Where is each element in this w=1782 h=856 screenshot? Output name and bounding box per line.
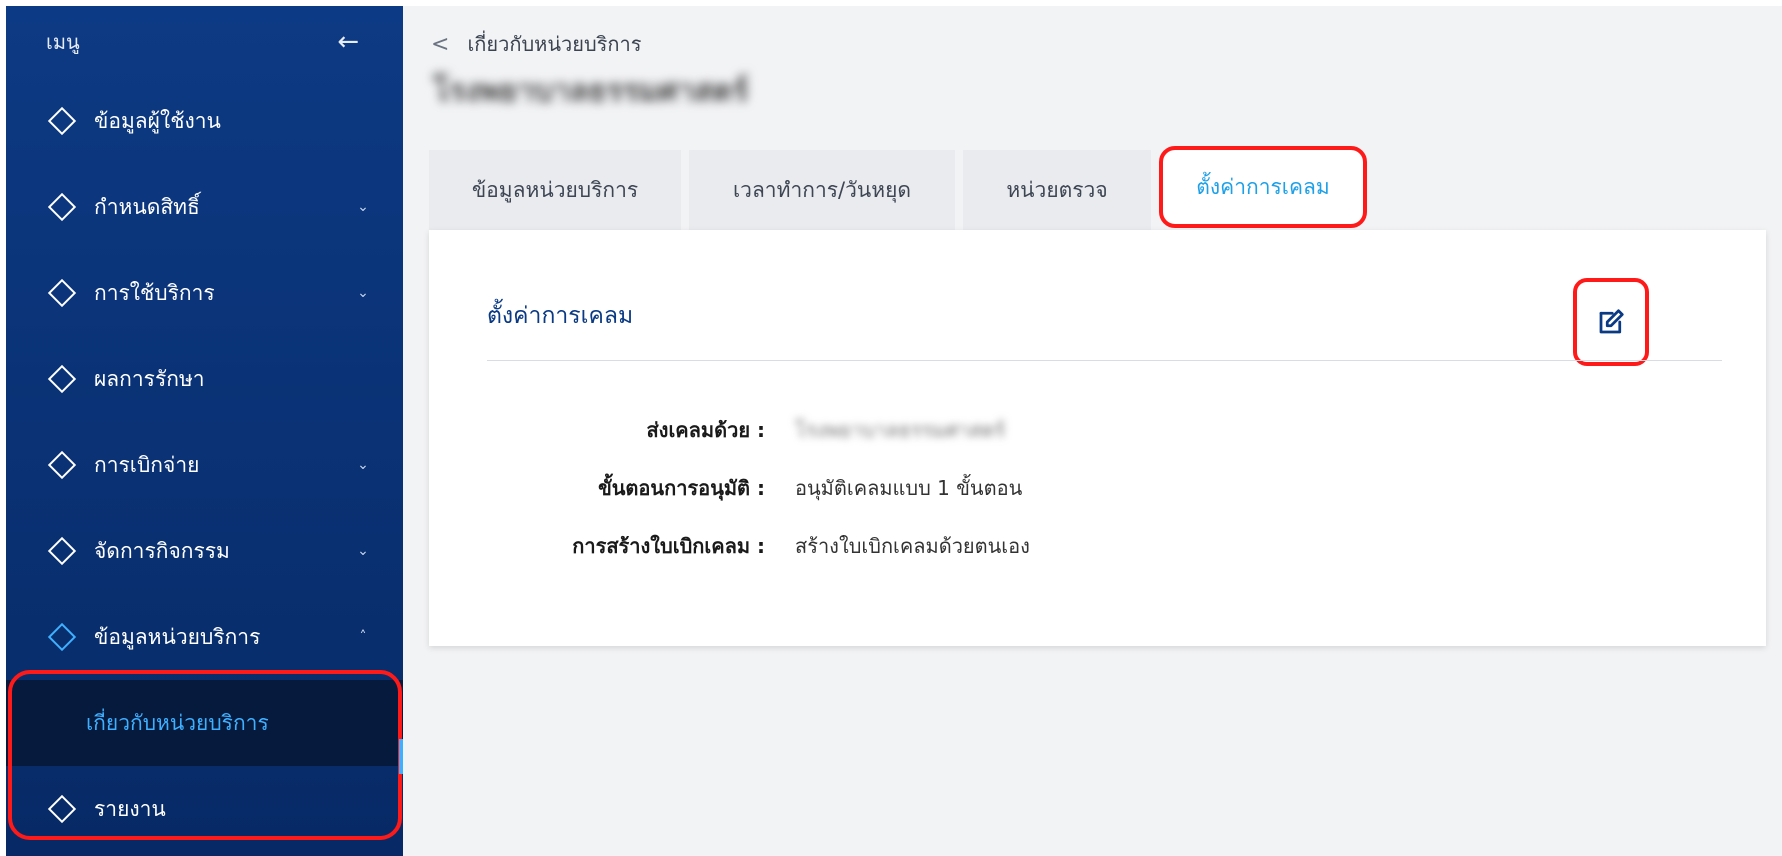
- main-content: < เกี่ยวกับหน่วยบริการ โรงพยาบาลธรรมศาสต…: [403, 6, 1782, 856]
- diamond-icon: [47, 622, 77, 652]
- chevron-down-icon: ⌄: [357, 457, 369, 473]
- field-label: ส่งเคลมด้วย :: [646, 418, 765, 442]
- collapse-arrow-icon[interactable]: ←: [337, 27, 359, 57]
- chevron-down-icon: ⌄: [357, 543, 369, 559]
- chevron-down-icon: ⌄: [357, 285, 369, 301]
- chevron-left-icon[interactable]: <: [431, 32, 449, 57]
- sidebar-item-label: จัดการกิจกรรม: [94, 538, 230, 563]
- tab-examination-units[interactable]: หน่วยตรวจ: [963, 150, 1151, 230]
- tab-business-hours[interactable]: เวลาทำการ/วันหยุด: [689, 150, 955, 230]
- tab-service-unit-info[interactable]: ข้อมูลหน่วยบริการ: [429, 150, 681, 230]
- sidebar-item-label: การใช้บริการ: [94, 280, 215, 305]
- sidebar-item-treatment-results[interactable]: ผลการรักษา: [6, 336, 403, 422]
- breadcrumb[interactable]: < เกี่ยวกับหน่วยบริการ: [431, 28, 641, 60]
- sidebar-header: เมนู ←: [6, 6, 403, 78]
- divider: [487, 360, 1722, 361]
- diamond-icon: [47, 794, 77, 824]
- page-title: โรงพยาบาลธรรมศาสตร์: [433, 74, 749, 109]
- claim-settings-card: ตั้งค่าการเคลม ส่งเคลมด้วย : โรงพยาบาลธร…: [429, 230, 1766, 646]
- sidebar-item-service-unit-info[interactable]: ข้อมูลหน่วยบริการ ˄: [6, 594, 403, 680]
- approval-step-row: ขั้นตอนการอนุมัติ : อนุมัติเคลมแบบ 1 ขั้…: [429, 472, 1022, 504]
- sidebar-item-label: ข้อมูลหน่วยบริการ: [94, 624, 261, 649]
- diamond-icon: [47, 106, 77, 136]
- sidebar-menu: ข้อมูลผู้ใช้งาน กำหนดสิทธิ์ ⌄ การใช้บริก…: [6, 78, 403, 852]
- chevron-up-icon: ˄: [359, 629, 367, 645]
- tab-bar: ข้อมูลหน่วยบริการ เวลาทำการ/วันหยุด หน่ว…: [429, 146, 1367, 230]
- sidebar-item-reports[interactable]: รายงาน: [6, 766, 403, 852]
- diamond-icon: [47, 278, 77, 308]
- sidebar: เมนู ← ข้อมูลผู้ใช้งาน กำหนดสิทธิ์ ⌄ การ…: [6, 6, 403, 856]
- edit-icon: [1599, 309, 1624, 334]
- diamond-icon: [47, 536, 77, 566]
- breadcrumb-label: เกี่ยวกับหน่วยบริการ: [467, 32, 642, 56]
- field-label: การสร้างใบเบิกเคลม :: [572, 534, 765, 558]
- sidebar-item-services[interactable]: การใช้บริการ ⌄: [6, 250, 403, 336]
- field-value: อนุมัติเคลมแบบ 1 ขั้นตอน: [795, 476, 1023, 500]
- sidebar-item-user-info[interactable]: ข้อมูลผู้ใช้งาน: [6, 78, 403, 164]
- card-title: ตั้งค่าการเคลม: [487, 303, 634, 329]
- diamond-icon: [47, 450, 77, 480]
- app-window: เมนู ← ข้อมูลผู้ใช้งาน กำหนดสิทธิ์ ⌄ การ…: [6, 6, 1782, 856]
- claim-form-creation-row: การสร้างใบเบิกเคลม : สร้างใบเบิกเคลมด้วย…: [429, 530, 1030, 562]
- sidebar-item-activities[interactable]: จัดการกิจกรรม ⌄: [6, 508, 403, 594]
- sidebar-item-label: การเบิกจ่าย: [94, 452, 200, 477]
- sidebar-title: เมนู: [46, 30, 80, 54]
- claim-send-row: ส่งเคลมด้วย : โรงพยาบาลธรรมศาสตร์: [429, 414, 1005, 446]
- sidebar-item-label: ข้อมูลผู้ใช้งาน: [94, 108, 221, 133]
- sidebar-item-permissions[interactable]: กำหนดสิทธิ์ ⌄: [6, 164, 403, 250]
- sidebar-item-label: ผลการรักษา: [94, 366, 205, 391]
- sidebar-subitem-about-service-unit[interactable]: เกี่ยวกับหน่วยบริการ: [6, 680, 403, 766]
- diamond-icon: [47, 192, 77, 222]
- sidebar-item-label: กำหนดสิทธิ์: [94, 194, 200, 219]
- field-value: โรงพยาบาลธรรมศาสตร์: [795, 418, 1006, 442]
- chevron-down-icon: ⌄: [357, 199, 369, 215]
- diamond-icon: [47, 364, 77, 394]
- tab-claim-settings[interactable]: ตั้งค่าการเคลม: [1159, 146, 1367, 228]
- edit-button[interactable]: [1573, 278, 1649, 366]
- sidebar-item-label: รายงาน: [94, 796, 166, 821]
- field-value: สร้างใบเบิกเคลมด้วยตนเอง: [795, 534, 1030, 558]
- field-label: ขั้นตอนการอนุมัติ :: [598, 476, 765, 500]
- sidebar-item-disbursement[interactable]: การเบิกจ่าย ⌄: [6, 422, 403, 508]
